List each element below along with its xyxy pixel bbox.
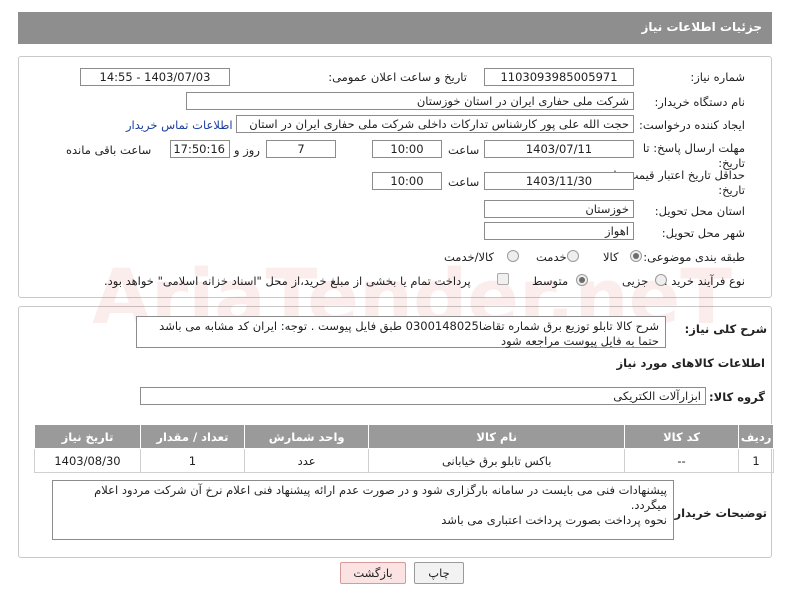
category-goods-radio[interactable] <box>630 250 642 262</box>
process-minor-radio[interactable] <box>655 274 667 286</box>
deadline-label: مهلت ارسال پاسخ: تا <box>642 141 745 155</box>
validity-time-field[interactable]: 10:00 <box>372 172 442 190</box>
validity-date-field[interactable]: 1403/11/30 <box>484 172 634 190</box>
goods-section-title: اطلاعات کالاهای مورد نیاز <box>616 356 765 370</box>
deadline-date-field[interactable]: 1403/07/11 <box>484 140 634 158</box>
cell-unit: عدد <box>243 448 370 473</box>
buyer-notes-line-1: پیشنهادات فنی می بایست در سامانه بارگزار… <box>94 483 667 512</box>
process-medium-radio[interactable] <box>576 274 588 286</box>
buyer-notes-label: توضیحات خریدار: <box>669 506 767 520</box>
creator-field[interactable]: حجت الله علی پور کارشناس تدارکات داخلی ش… <box>236 115 634 133</box>
announce-label: تاریخ و ساعت اعلان عمومی: <box>328 70 467 84</box>
process-medium-label: متوسط <box>532 274 569 288</box>
col-row: ردیف <box>738 424 774 449</box>
cell-name: باکس تابلو برق خیابانی <box>368 448 625 473</box>
cell-code: -- <box>623 448 740 473</box>
buyer-field[interactable]: شرکت ملی حفاری ایران در استان خوزستان <box>186 92 634 110</box>
category-label: طبقه بندی موضوعی: <box>643 250 745 264</box>
need-number-field[interactable]: 1103093985005971 <box>484 68 634 86</box>
category-service-radio[interactable] <box>567 250 579 262</box>
deadline-time-field[interactable]: 10:00 <box>372 140 442 158</box>
remaining-time-field[interactable]: 17:50:16 <box>170 140 230 158</box>
col-qty: تعداد / مقدار <box>139 424 245 449</box>
page-title: جزئیات اطلاعات نیاز <box>641 20 762 34</box>
print-button[interactable]: چاپ <box>414 562 464 584</box>
goods-group-field[interactable]: ابزارآلات الکتریکی <box>140 387 706 405</box>
province-label: استان محل تحویل: <box>654 204 745 218</box>
city-label: شهر محل تحویل: <box>661 226 745 240</box>
validity-date-label: تاریخ: <box>718 183 745 197</box>
days-field[interactable]: 7 <box>266 140 336 158</box>
col-unit: واحد شمارش <box>243 424 370 449</box>
buyer-contact-link[interactable]: اطلاعات تماس خریدار <box>126 118 233 132</box>
table-row[interactable]: 1 -- باکس تابلو برق خیابانی عدد 1 1403/0… <box>34 448 774 473</box>
city-field[interactable]: اهواز <box>484 222 634 240</box>
buyer-notes-line-2: نحوه پرداخت بصورت پرداخت اعتباری می باشد <box>441 513 667 527</box>
validity-time-label: ساعت <box>448 175 480 189</box>
col-code: کد کالا <box>623 424 740 449</box>
process-label: نوع فرآیند خرید : <box>663 274 745 288</box>
need-number-label: شماره نیاز: <box>690 70 745 84</box>
buyer-label: نام دستگاه خریدار: <box>654 95 745 109</box>
treasury-payment-note: پرداخت تمام یا بخشی از مبلغ خرید،از محل … <box>104 274 471 288</box>
remaining-label: ساعت باقی مانده <box>66 143 152 157</box>
cell-row: 1 <box>738 448 774 473</box>
deadline-time-label: ساعت <box>448 143 480 157</box>
description-label: شرح کلی نیاز: <box>684 322 767 336</box>
category-service-label: خدمت <box>536 250 567 264</box>
goods-table-header: ردیف کد کالا نام کالا واحد شمارش تعداد /… <box>34 424 774 449</box>
cell-qty: 1 <box>139 448 245 473</box>
goods-group-label: گروه کالا: <box>709 390 765 404</box>
category-both-label: کالا/خدمت <box>444 250 495 264</box>
process-minor-label: جزیی <box>622 274 649 288</box>
treasury-payment-checkbox[interactable] <box>497 273 509 285</box>
cell-date: 1403/08/30 <box>34 448 141 473</box>
days-label: روز و <box>234 143 260 157</box>
col-date: تاریخ نیاز <box>34 424 141 449</box>
category-both-radio[interactable] <box>507 250 519 262</box>
back-button[interactable]: بازگشت <box>340 562 406 584</box>
creator-label: ایجاد کننده درخواست: <box>639 118 745 132</box>
col-name: نام کالا <box>368 424 625 449</box>
goods-table: ردیف کد کالا نام کالا واحد شمارش تعداد /… <box>34 424 774 473</box>
page-header: جزئیات اطلاعات نیاز <box>18 12 772 44</box>
announce-date-field[interactable]: 1403/07/03 - 14:55 <box>80 68 230 86</box>
buyer-notes-text[interactable]: پیشنهادات فنی می بایست در سامانه بارگزار… <box>52 480 674 540</box>
category-goods-label: کالا <box>603 250 619 264</box>
description-text[interactable]: شرح کالا تابلو توزیع برق شماره تقاضا0300… <box>136 316 666 348</box>
province-field[interactable]: خوزستان <box>484 200 634 218</box>
